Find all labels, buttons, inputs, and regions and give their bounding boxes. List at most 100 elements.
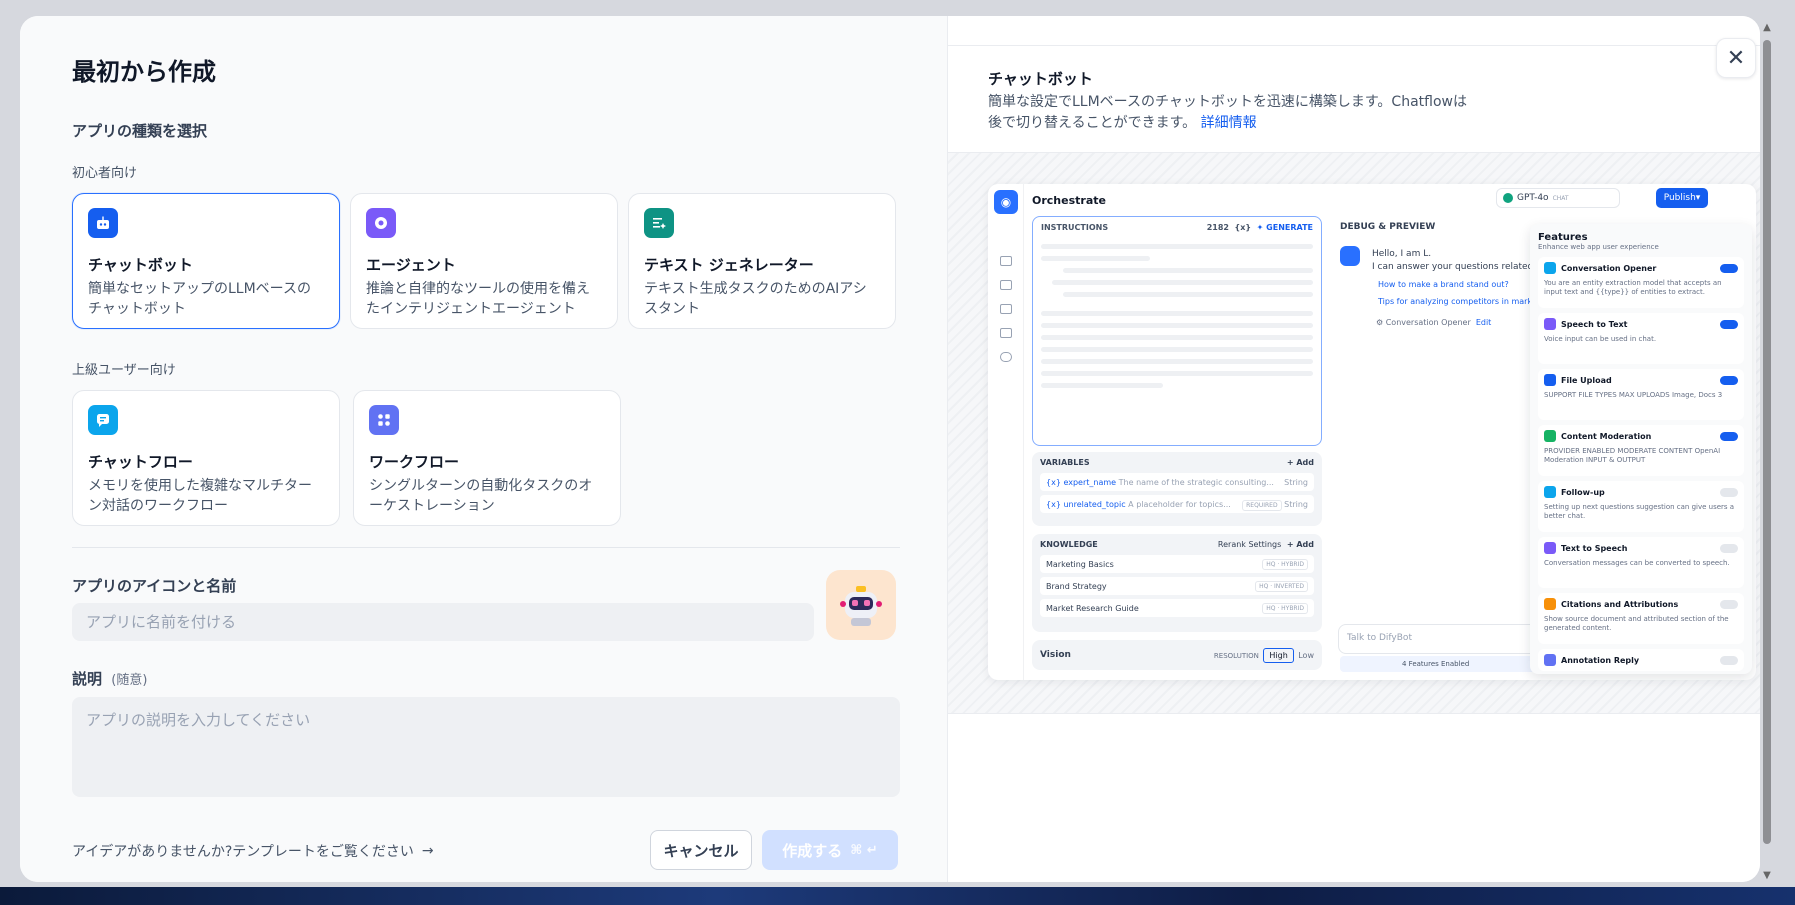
create-button[interactable]: 作成する ⌘ ↵	[762, 830, 898, 870]
app-description-input[interactable]	[72, 697, 900, 797]
feature-icon	[1544, 598, 1556, 610]
advanced-group-label: 上級ユーザー向け	[72, 363, 176, 378]
agent-icon	[366, 208, 396, 238]
knowledge-block: KNOWLEDGE Rerank Settings + Add Marketing…	[1032, 534, 1322, 632]
feature-item: Speech to Text Voice input can be used in…	[1538, 313, 1744, 364]
description-label: 説明 (随意)	[72, 670, 148, 688]
card-title: チャットボット	[88, 256, 193, 274]
feature-icon	[1544, 430, 1556, 442]
nav-icon	[1000, 256, 1012, 266]
nav-icon	[1000, 328, 1012, 338]
icon-name-label: アプリのアイコンと名前	[72, 577, 237, 595]
suggested-question: How to make a brand stand out?	[1378, 280, 1509, 289]
chatflow-icon	[88, 405, 118, 435]
card-description: 簡単なセットアップのLLMベースのチャットボット	[88, 281, 311, 317]
conversation-opener-note: ⚙ Conversation Opener Edit	[1376, 318, 1492, 327]
debug-title: DEBUG & PREVIEW	[1340, 222, 1436, 232]
card-title: テキスト ジェネレーター	[644, 256, 814, 274]
chat-input-preview: Talk to DifyBot	[1338, 624, 1538, 654]
feature-toggle	[1720, 543, 1738, 553]
create-app-dialog: 最初から作成 アプリの種類を選択 初心者向け チャットボット 簡単なセットアップ…	[20, 16, 1760, 882]
close-icon: ✕	[1726, 45, 1746, 71]
app-type-card-chatflow[interactable]: チャットフロー メモリを使用した複雑なマルチターン対話のワークフロー	[72, 390, 340, 526]
preview-sidebar: ◉	[988, 184, 1024, 680]
section-divider	[72, 547, 900, 548]
preview-header: Orchestrate	[1032, 194, 1106, 207]
create-form-panel: 最初から作成 アプリの種類を選択 初心者向け チャットボット 簡単なセットアップ…	[20, 16, 948, 882]
feature-toggle	[1720, 263, 1738, 273]
template-link[interactable]: アイデアがありませんか?テンプレートをご覧ください →	[72, 841, 434, 861]
feature-icon	[1544, 318, 1556, 330]
preview-top-bar	[948, 16, 1760, 46]
feature-icon	[1544, 486, 1556, 498]
scroll-up-icon[interactable]: ▲	[1761, 22, 1773, 34]
app-type-label: アプリの種類を選択	[72, 122, 208, 140]
card-title: ワークフロー	[369, 453, 460, 471]
cancel-button[interactable]: キャンセル	[650, 830, 752, 870]
feature-item: Citations and Attributions Show source do…	[1538, 593, 1744, 644]
app-icon-picker[interactable]	[826, 570, 896, 640]
text-generator-icon	[644, 208, 674, 238]
app-type-card-agent[interactable]: エージェント 推論と自律的なツールの使用を備えたインテリジェントエージェント	[350, 193, 618, 329]
card-description: メモリを使用した複雑なマルチターン対話のワークフロー	[88, 478, 312, 514]
card-title: チャットフロー	[88, 453, 193, 471]
model-selector: GPT-4o CHAT	[1496, 188, 1620, 208]
preview-panel: チャットボット 簡単な設定でLLMベースのチャットボットを迅速に構築します。Ch…	[948, 16, 1760, 882]
feature-item: Follow-up Setting up next questions sugge…	[1538, 481, 1744, 532]
card-title: エージェント	[366, 256, 456, 274]
card-description: テキスト生成タスクのためのAIアシスタント	[644, 281, 867, 317]
bot-greeting: Hello, I am L. I can answer your questio…	[1372, 249, 1534, 272]
variables-block: VARIABLES + Add {x} expert_name The name …	[1032, 452, 1322, 526]
feature-item: File Upload SUPPORT FILE TYPES MAX UPLOAD…	[1538, 369, 1744, 420]
feature-icon	[1544, 262, 1556, 274]
scroll-down-icon[interactable]: ▼	[1761, 870, 1773, 882]
desktop-taskbar-edge	[0, 887, 1795, 905]
nav-icon	[1000, 352, 1012, 362]
robot-icon	[840, 586, 882, 626]
close-button[interactable]: ✕	[1716, 38, 1756, 78]
nav-icon	[1000, 304, 1012, 314]
chatbot-icon	[88, 208, 118, 238]
feature-toggle	[1720, 431, 1738, 441]
scrollbar[interactable]: ▲ ▼	[1761, 22, 1773, 882]
app-name-input[interactable]	[72, 603, 814, 641]
app-type-card-text-generator[interactable]: テキスト ジェネレーター テキスト生成タスクのためのAIアシスタント	[628, 193, 896, 329]
features-enabled-bar: 4 Features Enabled	[1340, 656, 1540, 672]
instructions-editor: INSTRUCTIONS 2182 {x} ✦ GENERATE	[1032, 216, 1322, 446]
card-description: 推論と自律的なツールの使用を備えたインテリジェントエージェント	[366, 281, 590, 317]
feature-item: Conversation Opener You are an entity ext…	[1538, 257, 1744, 308]
feature-item: Annotation Reply	[1538, 649, 1744, 671]
beginner-group-label: 初心者向け	[72, 166, 138, 181]
features-panel: Features Enhance web app user experience…	[1530, 224, 1752, 674]
feature-toggle	[1720, 319, 1738, 329]
vision-block: Vision RESOLUTION High Low	[1032, 640, 1322, 670]
feature-item: Content Moderation PROVIDER ENABLED MODER…	[1538, 425, 1744, 476]
optional-hint: (随意)	[111, 673, 148, 688]
feature-toggle	[1720, 599, 1738, 609]
nav-icon	[1000, 280, 1012, 290]
preview-title: チャットボット	[988, 70, 1093, 88]
publish-button: Publish ▾	[1656, 188, 1708, 208]
openai-icon	[1503, 193, 1513, 203]
page-title: 最初から作成	[72, 58, 216, 86]
bot-avatar-icon	[1340, 246, 1360, 266]
feature-icon	[1544, 374, 1556, 386]
feature-toggle	[1720, 375, 1738, 385]
workflow-icon	[369, 405, 399, 435]
scroll-thumb[interactable]	[1763, 40, 1771, 844]
app-preview-image: ◉ Orchestrate GPT-4o CHAT Publish ▾ INST…	[988, 184, 1756, 680]
app-type-card-chatbot[interactable]: チャットボット 簡単なセットアップのLLMベースのチャットボット	[72, 193, 340, 329]
feature-icon	[1544, 542, 1556, 554]
feature-icon	[1544, 654, 1556, 666]
card-description: シングルターンの自動化タスクのオーケストレーション	[369, 478, 593, 514]
bot-logo-icon: ◉	[994, 190, 1018, 214]
feature-item: Text to Speech Conversation messages can …	[1538, 537, 1744, 588]
feature-toggle	[1720, 487, 1738, 497]
learn-more-link[interactable]: 詳細情報	[1201, 115, 1257, 131]
preview-description: 簡単な設定でLLMベースのチャットボットを迅速に構築します。Chatflowは後…	[988, 94, 1467, 131]
arrow-right-icon: →	[421, 843, 434, 859]
shortcut-hint: ⌘ ↵	[850, 842, 878, 858]
app-type-card-workflow[interactable]: ワークフロー シングルターンの自動化タスクのオーケストレーション	[353, 390, 621, 526]
feature-toggle	[1720, 655, 1738, 665]
suggested-question: Tips for analyzing competitors in market	[1378, 297, 1540, 306]
